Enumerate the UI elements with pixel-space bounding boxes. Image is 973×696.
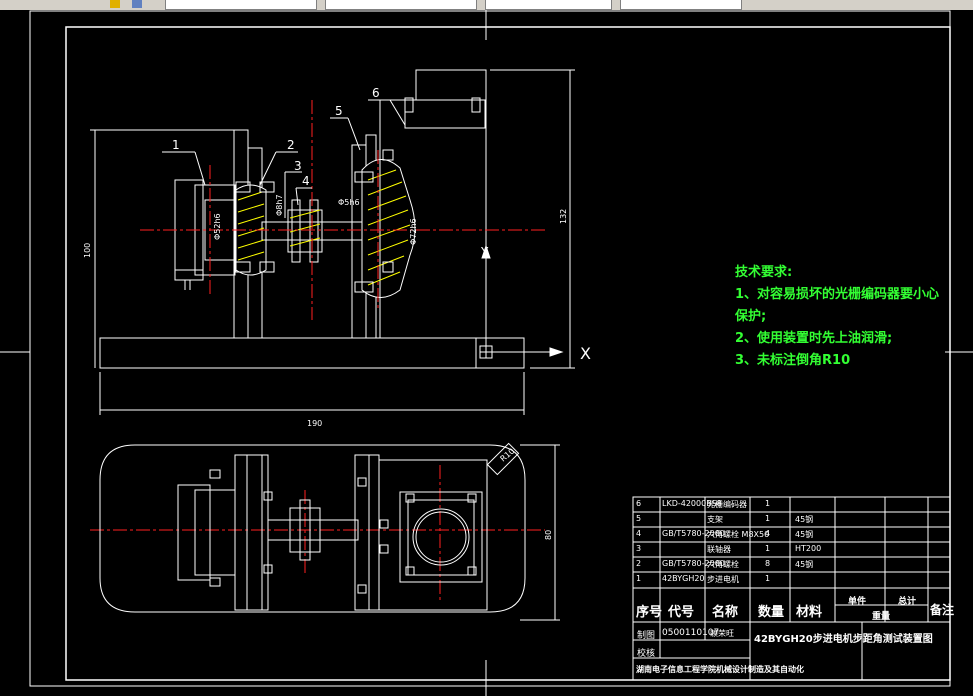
part-label-5: 5 [335,104,343,118]
part-label-2: 2 [287,138,295,152]
layer-props-icon[interactable] [132,0,142,8]
technical-requirements: 技术要求: 1、对容易损坏的光栅编码器要小心 保护; 2、使用装置时先上油润滑;… [735,262,939,372]
ucs-icon [481,244,564,357]
dim-width-top: 190 [307,419,322,428]
dim-d4: Φ72h6 [409,218,418,245]
part-label-1: 1 [172,138,180,152]
center-lines [90,100,545,600]
x-axis-label: X [580,344,591,363]
tech-req-line-3: 2、使用装置时先上油润滑; [735,331,893,346]
base-plate [99,337,525,369]
dim-d1: Φ52h6 [213,213,222,240]
tech-req-title: 技术要求: [735,265,793,280]
dim-height-left: 100 [83,243,92,258]
dim-d3: Φ5h6 [338,198,360,207]
tech-req-line-1: 1、对容易损坏的光栅编码器要小心 [735,287,940,302]
plan-base [99,444,526,613]
plan-view [99,442,526,613]
part-label-4: 4 [302,174,310,188]
cad-toolbar [0,0,973,10]
tech-req-line-4: 3、未标注倒角R10 [735,353,851,368]
dim-height-right: 132 [559,209,568,224]
dim-d2: Φ8h7 [275,194,284,216]
layer-icon[interactable] [110,0,120,8]
part-label-6: 6 [372,86,380,100]
tech-req-line-2: 保护; [735,309,767,324]
part-label-3: 3 [294,159,302,173]
y-axis-label: Y [480,245,489,259]
linetype-dropdown[interactable] [485,0,612,10]
color-dropdown[interactable] [325,0,477,10]
bolts-front [235,97,481,293]
bom-table-grid [632,496,951,681]
dim-width-plan: 80 [544,530,553,540]
layer-dropdown[interactable] [165,0,317,10]
lineweight-dropdown[interactable] [620,0,742,10]
